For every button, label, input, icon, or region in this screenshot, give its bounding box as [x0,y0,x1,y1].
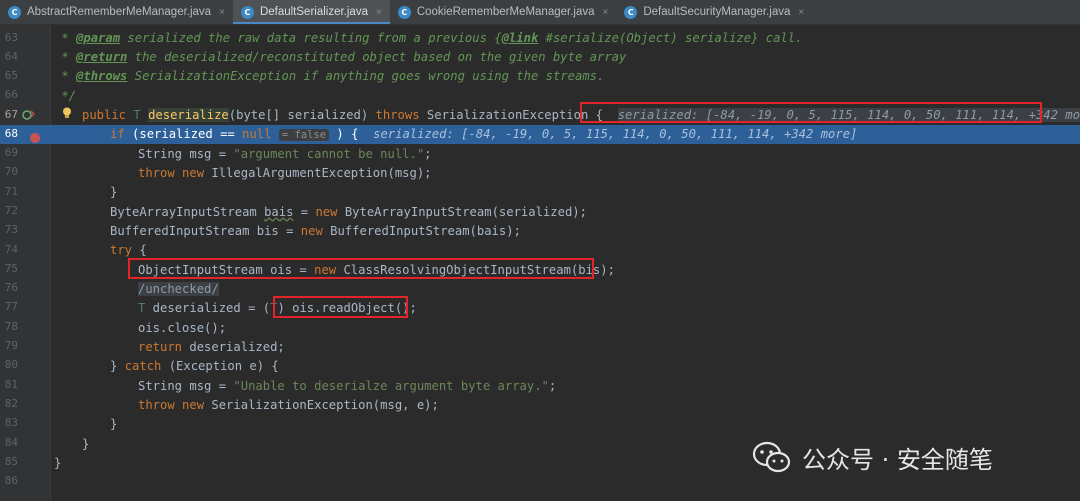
line-number: 77 [4,300,18,313]
annotation-box-read-object [273,296,408,318]
java-class-icon: C [397,5,411,19]
tab-default-serializer[interactable]: C DefaultSerializer.java × [232,0,390,24]
code-line-80: } catch (Exception e) { [110,359,279,373]
breakpoint-icon[interactable] [30,133,40,143]
method-name-deserialize: deserialize [148,108,229,122]
line-number: 69 [4,146,18,159]
javadoc-tag: @throws [76,69,128,83]
line-number: 80 [4,358,18,371]
lightbulb-icon[interactable] [62,107,72,119]
line-number: 66 [4,88,18,101]
line-number: 65 [4,69,18,82]
tab-default-security-manager[interactable]: C DefaultSecurityManager.java × [616,0,812,24]
code-line-82: throw new SerializationException(msg, e)… [138,398,439,412]
line-number: 82 [4,397,18,410]
java-class-icon: C [8,5,21,19]
line-number: 86 [4,474,18,487]
tab-label: DefaultSecurityManager.java [643,6,791,18]
line-number: 70 [4,165,18,178]
line-number: 72 [4,204,18,217]
inline-value-hint: = false [278,129,330,141]
watermark: 公众号 · 安全随笔 [752,440,993,475]
line-number: 79 [4,339,18,352]
gutter-divider [50,25,51,501]
line-number: 73 [4,223,18,236]
close-icon[interactable]: × [603,7,609,18]
line-number: 67 [4,108,18,121]
code-line-64: * @return the deserialized/reconstituted… [54,50,627,64]
annotation-box-inline-value [580,102,1042,123]
code-line-79: return deserialized; [138,340,285,354]
java-class-icon: C [624,5,638,19]
line-number: 63 [4,31,18,44]
folded-comment: /unchecked/ [138,282,219,296]
code-line-83: } [110,417,118,431]
line-number: 75 [4,262,18,275]
annotation-box-object-input-stream [128,258,594,279]
tab-cookie-remember-me-manager[interactable]: C CookieRememberMeManager.java × [390,0,617,24]
line-number: 83 [4,416,18,429]
line-number: 78 [4,320,18,333]
close-icon[interactable]: × [376,7,382,18]
overrides-method-icon[interactable] [22,108,36,122]
code-line-68: if (serialized == null = false ) { seria… [110,127,858,141]
javadoc-link: @link [501,31,539,45]
code-line-72: ByteArrayInputStream bais = new ByteArra… [110,205,587,219]
code-line-73: BufferedInputStream bis = new BufferedIn… [110,224,521,238]
line-number: 76 [4,281,18,294]
code-line-78: ois.close(); [138,321,227,335]
tab-label: DefaultSerializer.java [259,6,368,18]
line-number: 84 [4,436,18,449]
line-number: 81 [4,378,18,391]
tab-abstract-remember-me-manager[interactable]: C AbstractRememberMeManager.java × [0,0,233,24]
code-line-81: String msg = "Unable to deserialze argum… [138,379,557,393]
code-line-65: * @throws SerializationException if anyt… [54,69,605,83]
javadoc-tag: @param [76,31,121,45]
code-line-84: } [82,437,90,451]
close-icon[interactable]: × [798,7,804,18]
inline-debug-value: serialized: [-84, -19, 0, 5, 115, 114, 0… [373,127,858,141]
line-number: 64 [4,50,18,63]
line-number: 68 [4,127,18,140]
tab-label: AbstractRememberMeManager.java [27,6,212,18]
code-line-71: } [110,185,118,199]
editor-tab-bar: C AbstractRememberMeManager.java × C Def… [0,0,1080,25]
code-line-63: * @param serialized the raw data resulti… [54,31,803,45]
code-line-69: String msg = "argument cannot be null."; [138,147,432,161]
close-icon[interactable]: × [219,7,225,18]
code-line-76: /unchecked/ [138,280,219,299]
line-number: 71 [4,185,18,198]
tab-label: CookieRememberMeManager.java [416,6,595,18]
line-number: 74 [4,243,18,256]
code-line-66: */ [54,89,77,103]
code-line-70: throw new IllegalArgumentException(msg); [138,166,432,180]
javadoc-tag: @return [76,50,128,64]
code-line-85: } [54,456,62,470]
watermark-text: 公众号 · 安全随笔 [802,446,993,474]
java-class-icon: C [240,5,254,19]
wechat-icon [752,441,791,472]
line-number: 85 [4,455,18,468]
